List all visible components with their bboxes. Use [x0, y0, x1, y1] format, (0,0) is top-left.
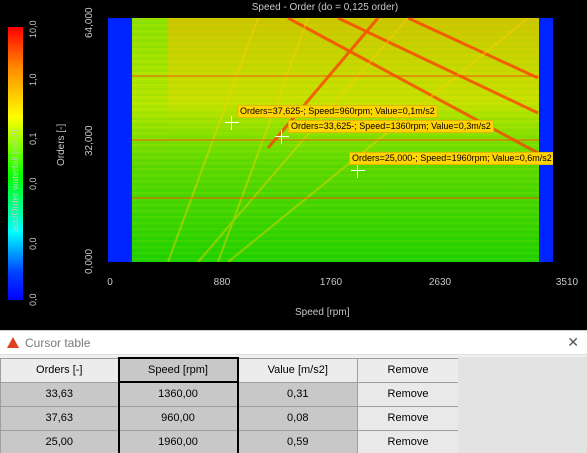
cursor-label: Orders=33,625-; Speed=1360rpm; Value=0,3…: [288, 120, 494, 133]
table-row[interactable]: 25,00 1960,00 0,59 Remove: [0, 429, 459, 453]
colorbar-tick: 1,0: [28, 73, 38, 86]
table-row[interactable]: 33,63 1360,00 0,31 Remove: [0, 381, 459, 407]
high-speed-band: [539, 18, 553, 262]
plot-title: Speed - Order (do = 0,125 order): [251, 2, 399, 13]
column-header-speed[interactable]: Speed [rpm]: [117, 357, 239, 383]
app-logo-icon: [7, 337, 19, 348]
cursor-label: Orders=37,625-; Speed=960rpm; Value=0,1m…: [237, 105, 438, 118]
table-header-row: Orders [-] Speed [rpm] Value [m/s2] Remo…: [0, 357, 459, 383]
x-axis-label: Speed [rpm]: [295, 307, 350, 318]
order-lines-overlay: [132, 18, 553, 262]
x-tick-label: 2630: [428, 277, 452, 288]
cursor-marker[interactable]: [351, 164, 365, 178]
x-tick-label: 880: [213, 277, 231, 288]
cursor-table: Orders [-] Speed [rpm] Value [m/s2] Remo…: [0, 357, 459, 453]
y-tick-label: 32,000: [84, 125, 95, 156]
column-header-remove[interactable]: Remove: [357, 357, 459, 383]
y-tick-label: 0,000: [84, 248, 95, 274]
colorbar-tick: 0,0: [28, 293, 38, 306]
column-header-value[interactable]: Value [m/s2]: [237, 357, 358, 383]
x-tick-label: 3510: [555, 277, 579, 288]
table-empty-area: [458, 357, 587, 453]
waterfall-plot-panel: Speed - Order (do = 0,125 order) 10,0 1,…: [0, 0, 587, 330]
cursor-table-title: Cursor table: [25, 336, 91, 350]
cell-orders[interactable]: 33,63: [0, 381, 119, 407]
cursor-marker[interactable]: [225, 116, 239, 130]
order-waterfall-heatmap[interactable]: Orders=37,625-; Speed=960rpm; Value=0,1m…: [108, 18, 553, 262]
x-tick-label: 0: [107, 277, 113, 288]
colorbar-tick: 10,0: [28, 20, 38, 38]
cell-value[interactable]: 0,31: [237, 381, 358, 407]
cursor-table-header: Cursor table ✕: [0, 331, 587, 355]
x-tick-label: 1760: [319, 277, 343, 288]
cell-value[interactable]: 0,59: [237, 429, 358, 453]
colorbar-title: acc/Order waterfall [m/s2]: [10, 129, 20, 232]
cell-orders[interactable]: 25,00: [0, 429, 119, 453]
close-icon[interactable]: ✕: [567, 334, 579, 351]
remove-button[interactable]: Remove: [357, 405, 459, 431]
cell-orders[interactable]: 37,63: [0, 405, 119, 431]
colorbar-tick: 0,0: [28, 177, 38, 190]
cell-speed[interactable]: 1360,00: [117, 381, 239, 407]
colorbar-tick: 0,0: [28, 237, 38, 250]
cursor-table-window: Cursor table ✕ Orders [-] Speed [rpm] Va…: [0, 330, 587, 453]
cell-speed[interactable]: 960,00: [117, 405, 239, 431]
y-tick-label: 64,000: [84, 7, 95, 38]
app-window: Speed - Order (do = 0,125 order) 10,0 1,…: [0, 0, 587, 453]
table-row[interactable]: 37,63 960,00 0,08 Remove: [0, 405, 459, 431]
low-speed-band: [108, 18, 132, 262]
cursor-label: Orders=25,000-; Speed=1960rpm; Value=0,6…: [349, 152, 553, 165]
remove-button[interactable]: Remove: [357, 429, 459, 453]
cursor-marker[interactable]: [275, 130, 289, 144]
cell-value[interactable]: 0,08: [237, 405, 358, 431]
remove-button[interactable]: Remove: [357, 381, 459, 407]
column-header-orders[interactable]: Orders [-]: [0, 357, 119, 383]
y-axis-label: Orders [-]: [56, 123, 67, 166]
cell-speed[interactable]: 1960,00: [117, 429, 239, 453]
colorbar-tick: 0,1: [28, 132, 38, 145]
